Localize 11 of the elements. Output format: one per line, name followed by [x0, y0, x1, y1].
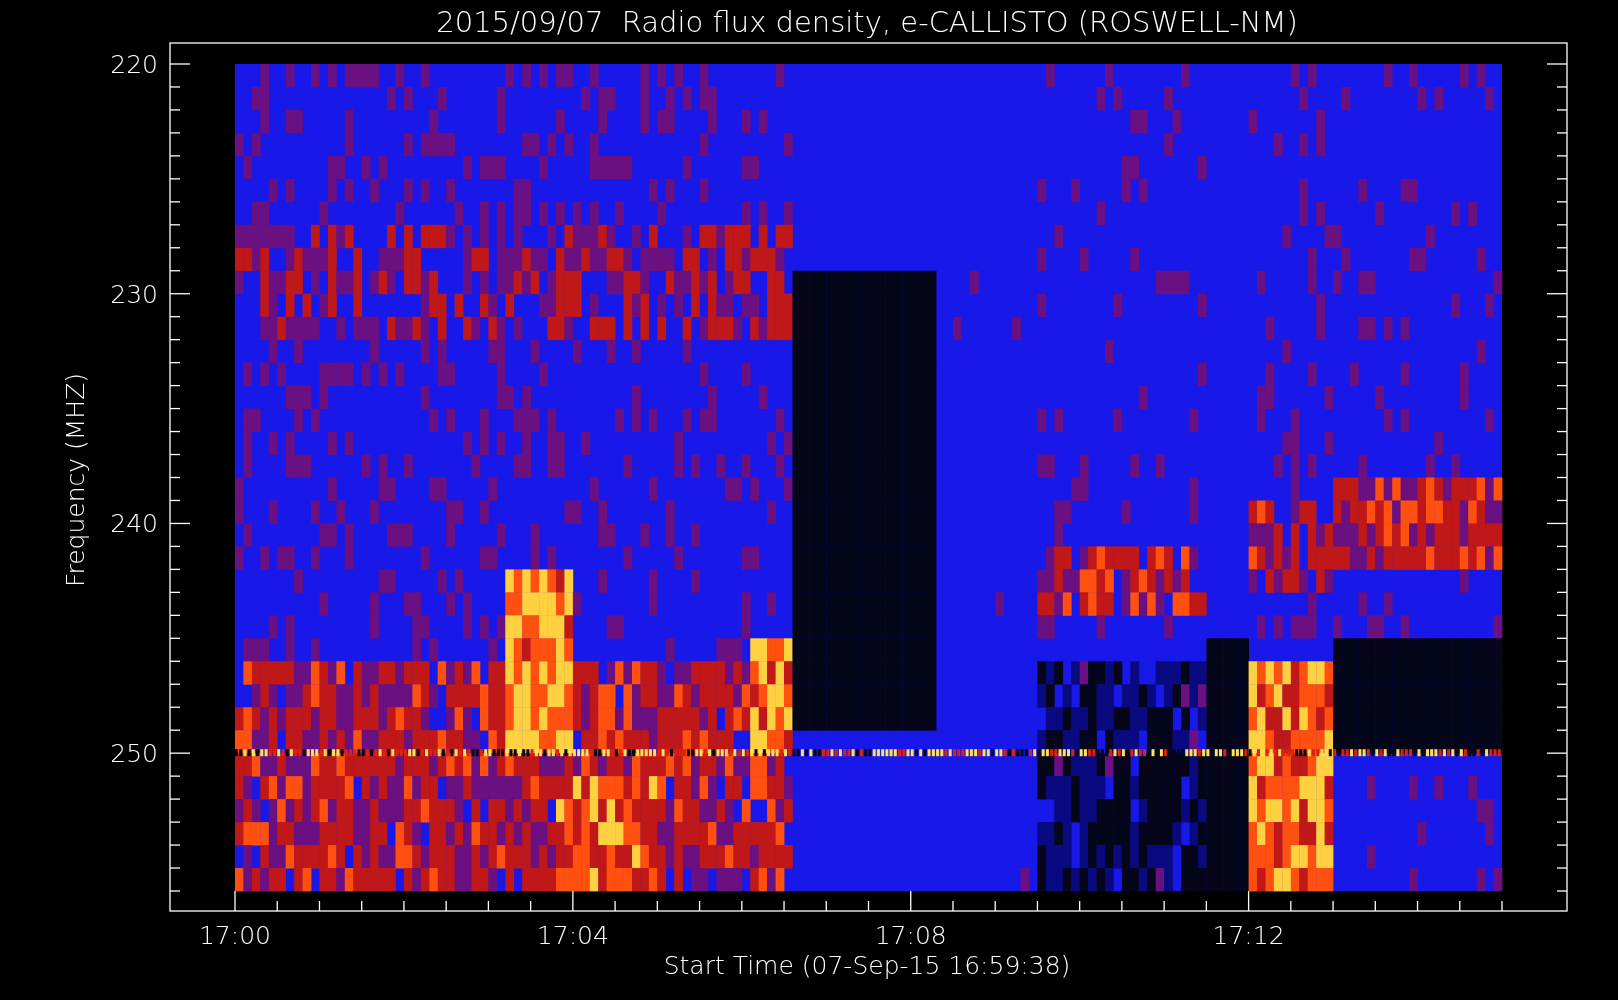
- axis-tick-label: 17:04: [536, 921, 609, 950]
- axis-tick-label: 17:08: [874, 921, 947, 950]
- axis-tick-label: 17:12: [1212, 921, 1285, 950]
- axis-tick-label: 220: [110, 50, 158, 79]
- axis-title: Start Time (07-Sep-15 16:59:38): [663, 951, 1071, 980]
- axis-tick-label: 240: [110, 509, 158, 539]
- axis-title: Frequency (MHZ): [61, 372, 90, 588]
- chart-title: 2015/09/07 Radio flux density, e-CALLISTO (ROSWELL-NM): [436, 5, 1298, 39]
- axis-tick-label: 17:00: [199, 921, 271, 950]
- axis-tick-label: 230: [110, 279, 158, 309]
- axis-tick-label: 250: [110, 739, 158, 769]
